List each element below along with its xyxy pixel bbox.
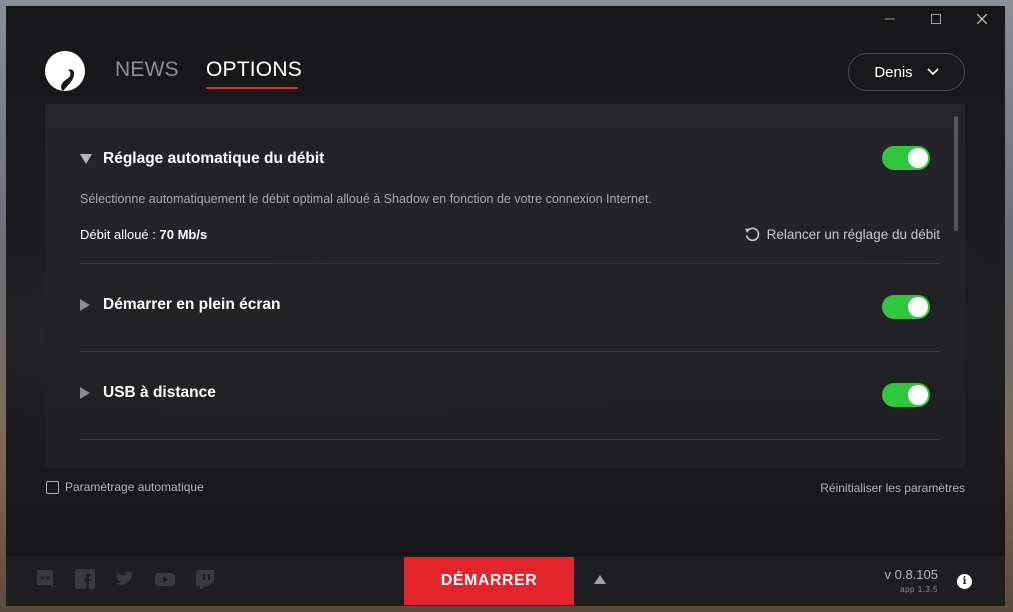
- close-icon: [977, 14, 987, 24]
- auto-config-checkbox[interactable]: Paramètrage automatique: [46, 480, 204, 494]
- toggle-knob: [908, 297, 928, 317]
- relaunch-bitrate-button[interactable]: Relancer un réglage du débit: [744, 226, 940, 243]
- auto-config-label: Paramètrage automatique: [65, 480, 204, 494]
- toggle-remote-usb[interactable]: [882, 383, 930, 407]
- chevron-down-icon: [927, 68, 939, 76]
- setting-remote-usb[interactable]: USB à distance: [80, 383, 940, 407]
- twitch-icon[interactable]: [194, 568, 216, 590]
- scrollbar[interactable]: [954, 116, 958, 231]
- setting-title: Réglage automatique du débit: [103, 150, 325, 167]
- bitrate-row: Débit alloué : 70 Mb/s Relancer un régla…: [80, 226, 940, 244]
- settings-panel: Réglage automatique du débit Sélectionne…: [45, 104, 965, 468]
- setting-description-row: Sélectionne automatiquement le débit opt…: [80, 192, 940, 208]
- maximize-icon: [931, 14, 941, 24]
- twitter-icon[interactable]: [114, 568, 136, 590]
- app-window: NEWS OPTIONS Denis Réglage automatique d…: [6, 6, 1005, 606]
- expand-arrow-icon[interactable]: [80, 299, 90, 311]
- toggle-knob: [908, 385, 928, 405]
- divider: [80, 351, 940, 352]
- checkbox-box[interactable]: [46, 480, 59, 494]
- discord-icon[interactable]: [34, 568, 56, 590]
- window-controls: [867, 6, 1005, 32]
- reset-settings-link[interactable]: Réinitialiser les paramètres: [820, 481, 965, 495]
- setting-title: Démarrer en plein écran: [103, 296, 281, 313]
- minimize-button[interactable]: [867, 6, 913, 32]
- setting-description: Sélectionne automatiquement le débit opt…: [80, 192, 652, 206]
- user-name: Denis: [874, 63, 913, 81]
- setting-fullscreen[interactable]: Démarrer en plein écran: [80, 295, 940, 319]
- start-button[interactable]: DÉMARRER: [404, 557, 574, 605]
- bottom-bar: DÉMARRER v 0.8.105 app 1.3.5 i: [6, 556, 1005, 606]
- youtube-icon[interactable]: [154, 568, 176, 590]
- maximize-button[interactable]: [913, 6, 959, 32]
- toggle-auto-bitrate[interactable]: [882, 146, 930, 170]
- relaunch-label: Relancer un réglage du débit: [766, 227, 940, 242]
- version-label: v 0.8.105: [884, 567, 939, 582]
- expand-up-icon[interactable]: [594, 575, 606, 584]
- bitrate-info: Débit alloué : 70 Mb/s: [80, 227, 207, 242]
- toggle-knob: [908, 148, 928, 168]
- tab-news[interactable]: NEWS: [115, 58, 179, 82]
- shadow-logo-icon: [45, 51, 85, 91]
- expand-arrow-icon[interactable]: [80, 387, 90, 399]
- setting-title: USB à distance: [103, 384, 216, 401]
- close-button[interactable]: [959, 6, 1005, 32]
- toggle-fullscreen[interactable]: [882, 295, 930, 319]
- refresh-icon: [744, 227, 759, 242]
- divider: [80, 263, 940, 264]
- info-icon[interactable]: i: [957, 574, 972, 589]
- setting-auto-bitrate[interactable]: Réglage automatique du débit: [80, 146, 940, 170]
- facebook-icon[interactable]: [74, 568, 96, 590]
- bitrate-label: Débit alloué :: [80, 227, 160, 242]
- divider: [80, 439, 940, 440]
- user-dropdown[interactable]: Denis: [848, 53, 965, 91]
- bitrate-value: 70 Mb/s: [159, 227, 208, 242]
- minimize-icon: [885, 18, 895, 20]
- expand-arrow-icon[interactable]: [80, 154, 92, 164]
- active-tab-indicator: [206, 87, 298, 89]
- app-version-label: app 1.3.5: [900, 585, 938, 594]
- tab-options[interactable]: OPTIONS: [206, 58, 302, 82]
